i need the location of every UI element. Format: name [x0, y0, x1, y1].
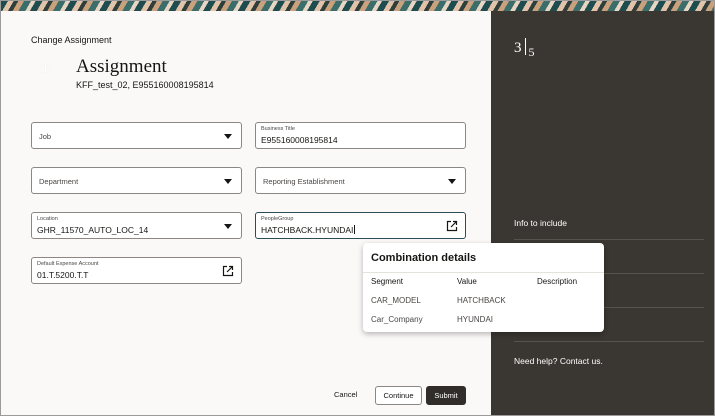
department-select[interactable]: Department — [31, 167, 242, 194]
department-placeholder: Department — [39, 177, 79, 186]
people-group-value-wrap: HATCHBACK.HYUNDAI — [261, 225, 356, 235]
location-select[interactable]: Location GHR_11570_AUTO_LOC_14 — [31, 212, 242, 239]
help-link[interactable]: Need help? Contact us. — [514, 356, 603, 366]
reporting-establishment-placeholder: Reporting Establishment — [263, 177, 345, 186]
page-heading: Change Assignment — [31, 35, 112, 45]
assignment-badge: KF — [35, 61, 51, 75]
people-group-label: PeopleGroup — [261, 216, 294, 222]
step-current: 3 — [514, 40, 522, 56]
reporting-establishment-select[interactable]: Reporting Establishment — [255, 167, 466, 194]
location-value: GHR_11570_AUTO_LOC_14 — [37, 225, 149, 235]
default-expense-account-field[interactable]: Default Expense Account 01.T.5200.T.T — [31, 257, 242, 284]
location-label: Location — [37, 216, 58, 222]
job-placeholder: Job — [39, 132, 52, 141]
sidebar-divider — [514, 239, 704, 240]
sidebar-divider — [514, 341, 704, 342]
row-segment: Car_Company — [371, 315, 423, 324]
submit-button[interactable]: Submit — [426, 386, 466, 405]
step-divider — [524, 38, 526, 55]
default-expense-account-label: Default Expense Account — [37, 261, 99, 267]
business-title-field[interactable]: Business Title E955160008195814 — [255, 122, 466, 149]
column-header-value: Value — [457, 277, 477, 286]
column-header-description: Description — [537, 277, 578, 286]
business-title-value: E955160008195814 — [261, 135, 338, 145]
cancel-button[interactable]: Cancel — [334, 390, 357, 399]
column-header-segment: Segment — [371, 277, 404, 286]
app-frame: Change Assignment KF Assignment KFF_test… — [0, 0, 715, 416]
external-link-icon[interactable] — [222, 265, 234, 277]
popup-title: Combination details — [371, 252, 477, 264]
row-segment: CAR_MODEL — [371, 296, 421, 305]
step-indicator: 35 — [514, 38, 535, 60]
page-title: Assignment — [76, 56, 167, 77]
combination-details-popup: Combination details Segment Value Descri… — [363, 243, 604, 332]
text-cursor — [354, 225, 356, 234]
default-expense-account-value: 01.T.5200.T.T — [37, 270, 89, 280]
external-link-icon[interactable] — [446, 220, 458, 232]
row-value: HYUNDAI — [457, 315, 494, 324]
page-subtitle: KFF_test_02, E955160008195814 — [76, 80, 214, 90]
decorative-banner — [1, 1, 714, 11]
chevron-down-icon[interactable] — [224, 179, 232, 184]
chevron-down-icon[interactable] — [224, 134, 232, 139]
step-total: 5 — [528, 45, 535, 59]
business-title-label: Business Title — [261, 126, 295, 132]
job-select[interactable]: Job — [31, 122, 242, 149]
chevron-down-icon[interactable] — [448, 179, 456, 184]
popup-divider — [363, 272, 604, 273]
chevron-down-icon[interactable] — [224, 224, 232, 229]
people-group-value: HATCHBACK.HYUNDAI — [261, 225, 354, 235]
info-heading: Info to include — [514, 218, 567, 228]
people-group-field[interactable]: PeopleGroup HATCHBACK.HYUNDAI — [255, 212, 466, 239]
row-value: HATCHBACK — [457, 296, 506, 305]
continue-button[interactable]: Continue — [375, 386, 422, 405]
